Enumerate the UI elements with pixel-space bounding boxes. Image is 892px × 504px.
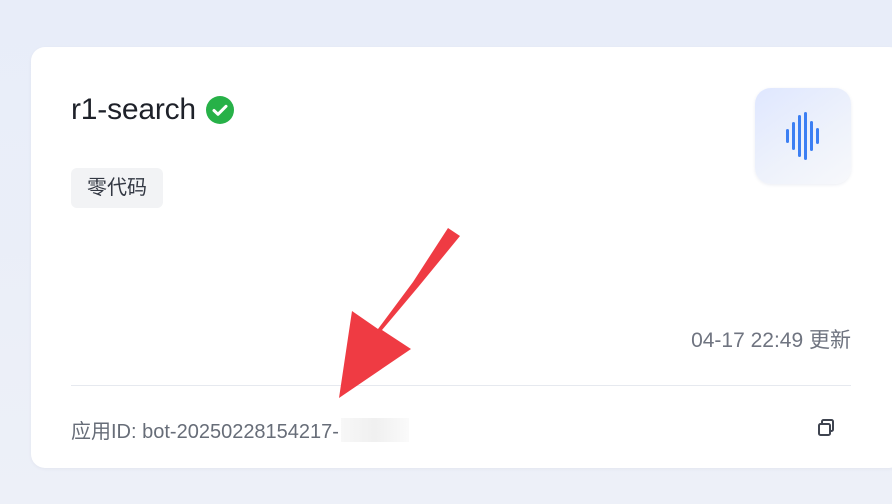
title-row: r1-search [71, 93, 234, 127]
zero-code-tag: 零代码 [71, 168, 163, 208]
redacted-id-suffix [340, 417, 409, 442]
app-id-row: 应用ID: bot-20250228154217- [71, 415, 409, 444]
divider [71, 385, 851, 386]
sound-wave-icon [786, 112, 819, 160]
copy-icon [818, 419, 834, 436]
updated-time: 04-17 22:49 更新 [691, 329, 851, 352]
app-title: r1-search [71, 93, 196, 126]
app-id-text: 应用ID: bot-20250228154217- [71, 421, 339, 443]
verified-icon [205, 96, 234, 124]
copy-button[interactable] [817, 418, 837, 438]
app-avatar [755, 88, 851, 184]
app-card[interactable]: r1-search 零代码 04-17 22:49 更新 应用ID: bot-2… [31, 47, 892, 468]
